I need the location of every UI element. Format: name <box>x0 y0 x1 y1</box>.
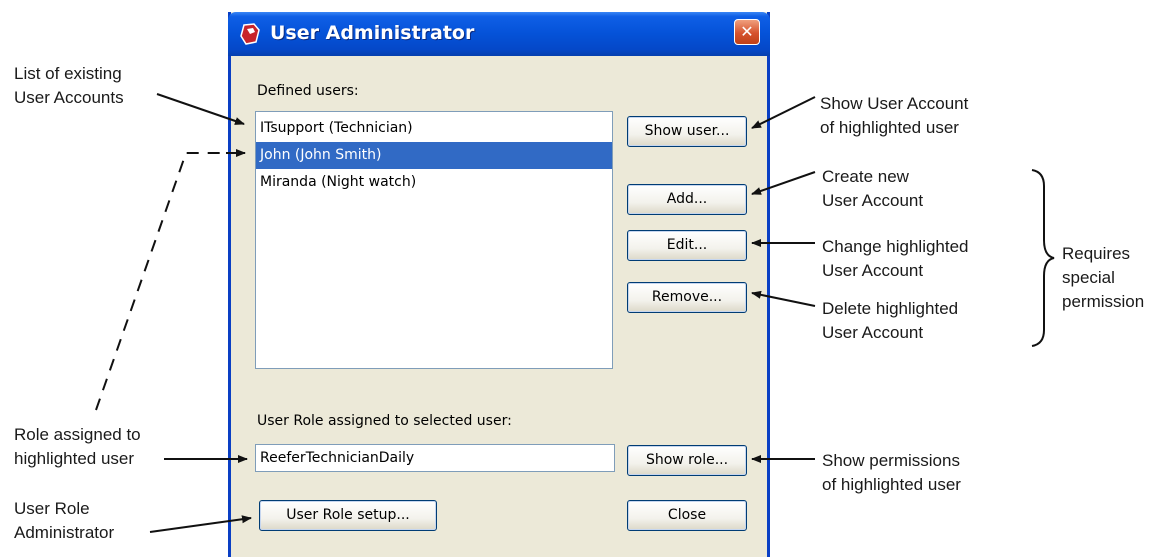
annotation-arrows <box>95 93 1055 533</box>
arrow-to-add <box>751 171 816 195</box>
dashed-leader-line <box>95 152 236 411</box>
arrow-to-users-list <box>156 93 245 125</box>
arrow-to-show-user <box>751 96 816 129</box>
curly-brace <box>1031 169 1055 347</box>
arrow-to-remove <box>751 290 816 307</box>
arrow-to-role-setup <box>149 515 252 533</box>
